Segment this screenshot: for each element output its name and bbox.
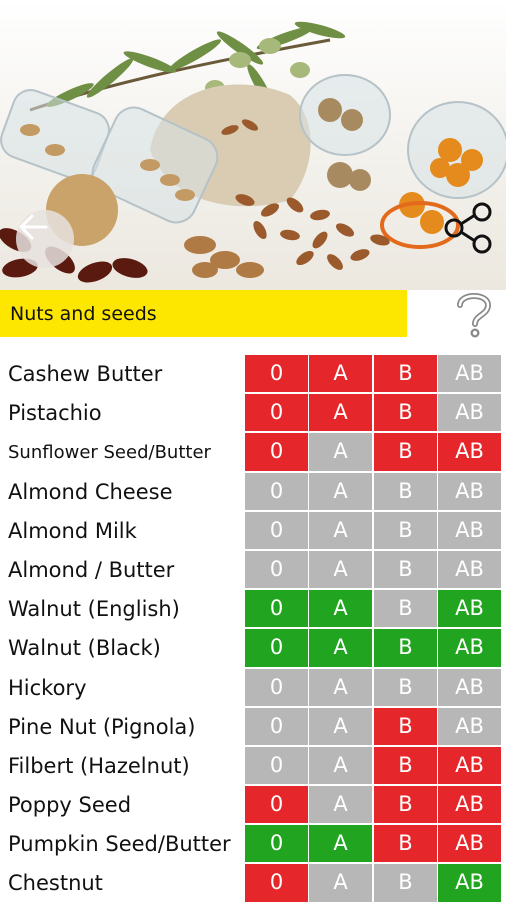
food-name: Poppy Seed xyxy=(8,793,132,818)
food-row: Pumpkin Seed/Butter 0 A B AB xyxy=(0,825,506,864)
food-row: Pine Nut (Pignola) 0 A B AB xyxy=(0,707,506,747)
blood-type-cell[interactable]: B xyxy=(374,511,437,549)
food-name: Cashew Butter xyxy=(8,362,163,386)
blood-type-cell[interactable]: B xyxy=(374,629,437,667)
blood-type-cell[interactable]: AB xyxy=(438,668,501,706)
blood-type-cell[interactable]: A xyxy=(309,394,372,432)
blood-type-cell[interactable]: B xyxy=(374,355,437,393)
blood-type-cell[interactable]: 0 xyxy=(245,668,308,706)
food-row: Walnut (English) 0 A B AB xyxy=(0,590,506,629)
blood-type-cell[interactable]: 0 xyxy=(245,590,308,628)
blood-type-cell[interactable]: 0 xyxy=(245,864,308,902)
blood-type-cell[interactable]: AB xyxy=(438,590,501,628)
arrow-left-icon xyxy=(19,214,48,240)
food-name: Pine Nut (Pignola) xyxy=(8,714,196,739)
blood-type-cell[interactable]: B xyxy=(374,394,437,432)
blood-type-cell[interactable]: AB xyxy=(438,472,501,510)
food-name: Almond Milk xyxy=(8,518,137,543)
blood-type-cell[interactable]: A xyxy=(309,355,372,393)
blood-type-cell[interactable]: AB xyxy=(438,707,501,745)
food-compatibility-table: Cashew Butter 0 A B AB Pistachio 0 A B AB Sunflowe… xyxy=(0,355,506,904)
food-name: Hickory xyxy=(8,675,87,700)
blood-type-cell[interactable]: 0 xyxy=(245,746,308,785)
food-row: Walnut (Black) 0 A B AB xyxy=(0,629,506,668)
blood-type-cell[interactable]: AB xyxy=(438,746,501,785)
blood-type-cell[interactable]: AB xyxy=(438,433,501,471)
food-name: Sunflower Seed/Butter xyxy=(8,442,211,464)
blood-type-cell[interactable]: A xyxy=(309,825,372,863)
help-button[interactable] xyxy=(451,288,497,340)
blood-type-cell[interactable]: AB xyxy=(438,394,501,432)
blood-type-cell[interactable]: A xyxy=(309,511,372,549)
food-row: Pistachio 0 A B AB xyxy=(0,394,506,433)
blood-type-cell[interactable]: A xyxy=(309,550,372,589)
blood-type-cell[interactable]: 0 xyxy=(245,786,308,824)
food-row: Almond / Butter 0 A B AB xyxy=(0,550,506,590)
back-button[interactable] xyxy=(16,210,74,268)
food-name: Chestnut xyxy=(8,871,103,896)
blood-type-cell[interactable]: A xyxy=(309,668,372,706)
blood-type-cell[interactable]: B xyxy=(374,746,437,785)
food-row: Sunflower Seed/Butter 0 A B AB xyxy=(0,433,506,472)
blood-type-cell[interactable]: AB xyxy=(438,629,501,667)
blood-type-cell[interactable]: 0 xyxy=(245,707,308,745)
blood-type-cell[interactable]: AB xyxy=(438,786,501,824)
header-photo xyxy=(0,0,506,290)
blood-type-cell[interactable]: A xyxy=(309,472,372,510)
share-icon xyxy=(444,202,492,254)
food-name: Walnut (Black) xyxy=(8,636,161,661)
food-row: Chestnut 0 A B AB xyxy=(0,864,506,903)
food-name: Filbert (Hazelnut) xyxy=(8,753,190,778)
category-title-bar: Nuts and seeds xyxy=(0,290,407,337)
blood-type-cell[interactable]: A xyxy=(309,707,372,745)
blood-type-cell[interactable]: 0 xyxy=(245,825,308,863)
food-name: Walnut (English) xyxy=(8,597,180,622)
food-row: Poppy Seed 0 A B AB xyxy=(0,786,506,825)
blood-type-cell[interactable]: A xyxy=(309,590,372,628)
blood-type-cell[interactable]: B xyxy=(374,433,437,471)
blood-type-cell[interactable]: 0 xyxy=(245,394,308,432)
blood-type-cell[interactable]: A xyxy=(309,864,372,902)
share-button[interactable] xyxy=(440,200,496,256)
blood-type-cell[interactable]: B xyxy=(374,550,437,589)
blood-type-cell[interactable]: A xyxy=(309,629,372,667)
food-row: Almond Milk 0 A B AB xyxy=(0,511,506,551)
blood-type-cell[interactable]: B xyxy=(374,825,437,863)
blood-type-cell[interactable]: AB xyxy=(438,825,501,863)
food-name: Almond / Butter xyxy=(8,557,175,582)
food-row: Hickory 0 A B AB xyxy=(0,668,506,708)
blood-type-cell[interactable]: 0 xyxy=(245,550,308,589)
blood-type-cell[interactable]: AB xyxy=(438,550,501,589)
blood-type-cell[interactable]: AB xyxy=(438,864,501,902)
blood-type-cell[interactable]: 0 xyxy=(245,511,308,549)
food-row: Almond Cheese 0 A B AB xyxy=(0,472,506,512)
blood-type-cell[interactable]: AB xyxy=(438,511,501,549)
blood-type-cell[interactable]: B xyxy=(374,786,437,824)
blood-type-cell[interactable]: B xyxy=(374,707,437,745)
food-row: Filbert (Hazelnut) 0 A B AB xyxy=(0,746,506,786)
question-mark-icon xyxy=(457,293,492,338)
blood-type-cell[interactable]: B xyxy=(374,668,437,706)
food-name: Pistachio xyxy=(8,401,102,426)
blood-type-cell[interactable]: B xyxy=(374,864,437,902)
category-title: Nuts and seeds xyxy=(10,302,157,325)
blood-type-cell[interactable]: AB xyxy=(438,355,501,393)
blood-type-cell[interactable]: 0 xyxy=(245,472,308,510)
blood-type-cell[interactable]: 0 xyxy=(245,355,308,393)
food-name: Almond Cheese xyxy=(8,479,173,504)
nuts-photo-illustration xyxy=(0,21,506,283)
blood-type-cell[interactable]: B xyxy=(374,590,437,628)
blood-type-cell[interactable]: 0 xyxy=(245,433,308,471)
blood-type-cell[interactable]: 0 xyxy=(245,629,308,667)
food-row: Cashew Butter 0 A B AB xyxy=(0,355,506,394)
blood-type-cell[interactable]: A xyxy=(309,433,372,471)
blood-type-cell[interactable]: A xyxy=(309,786,372,824)
blood-type-cell[interactable]: B xyxy=(374,472,437,510)
food-name: Pumpkin Seed/Butter xyxy=(8,832,231,857)
blood-type-cell[interactable]: A xyxy=(309,746,372,785)
